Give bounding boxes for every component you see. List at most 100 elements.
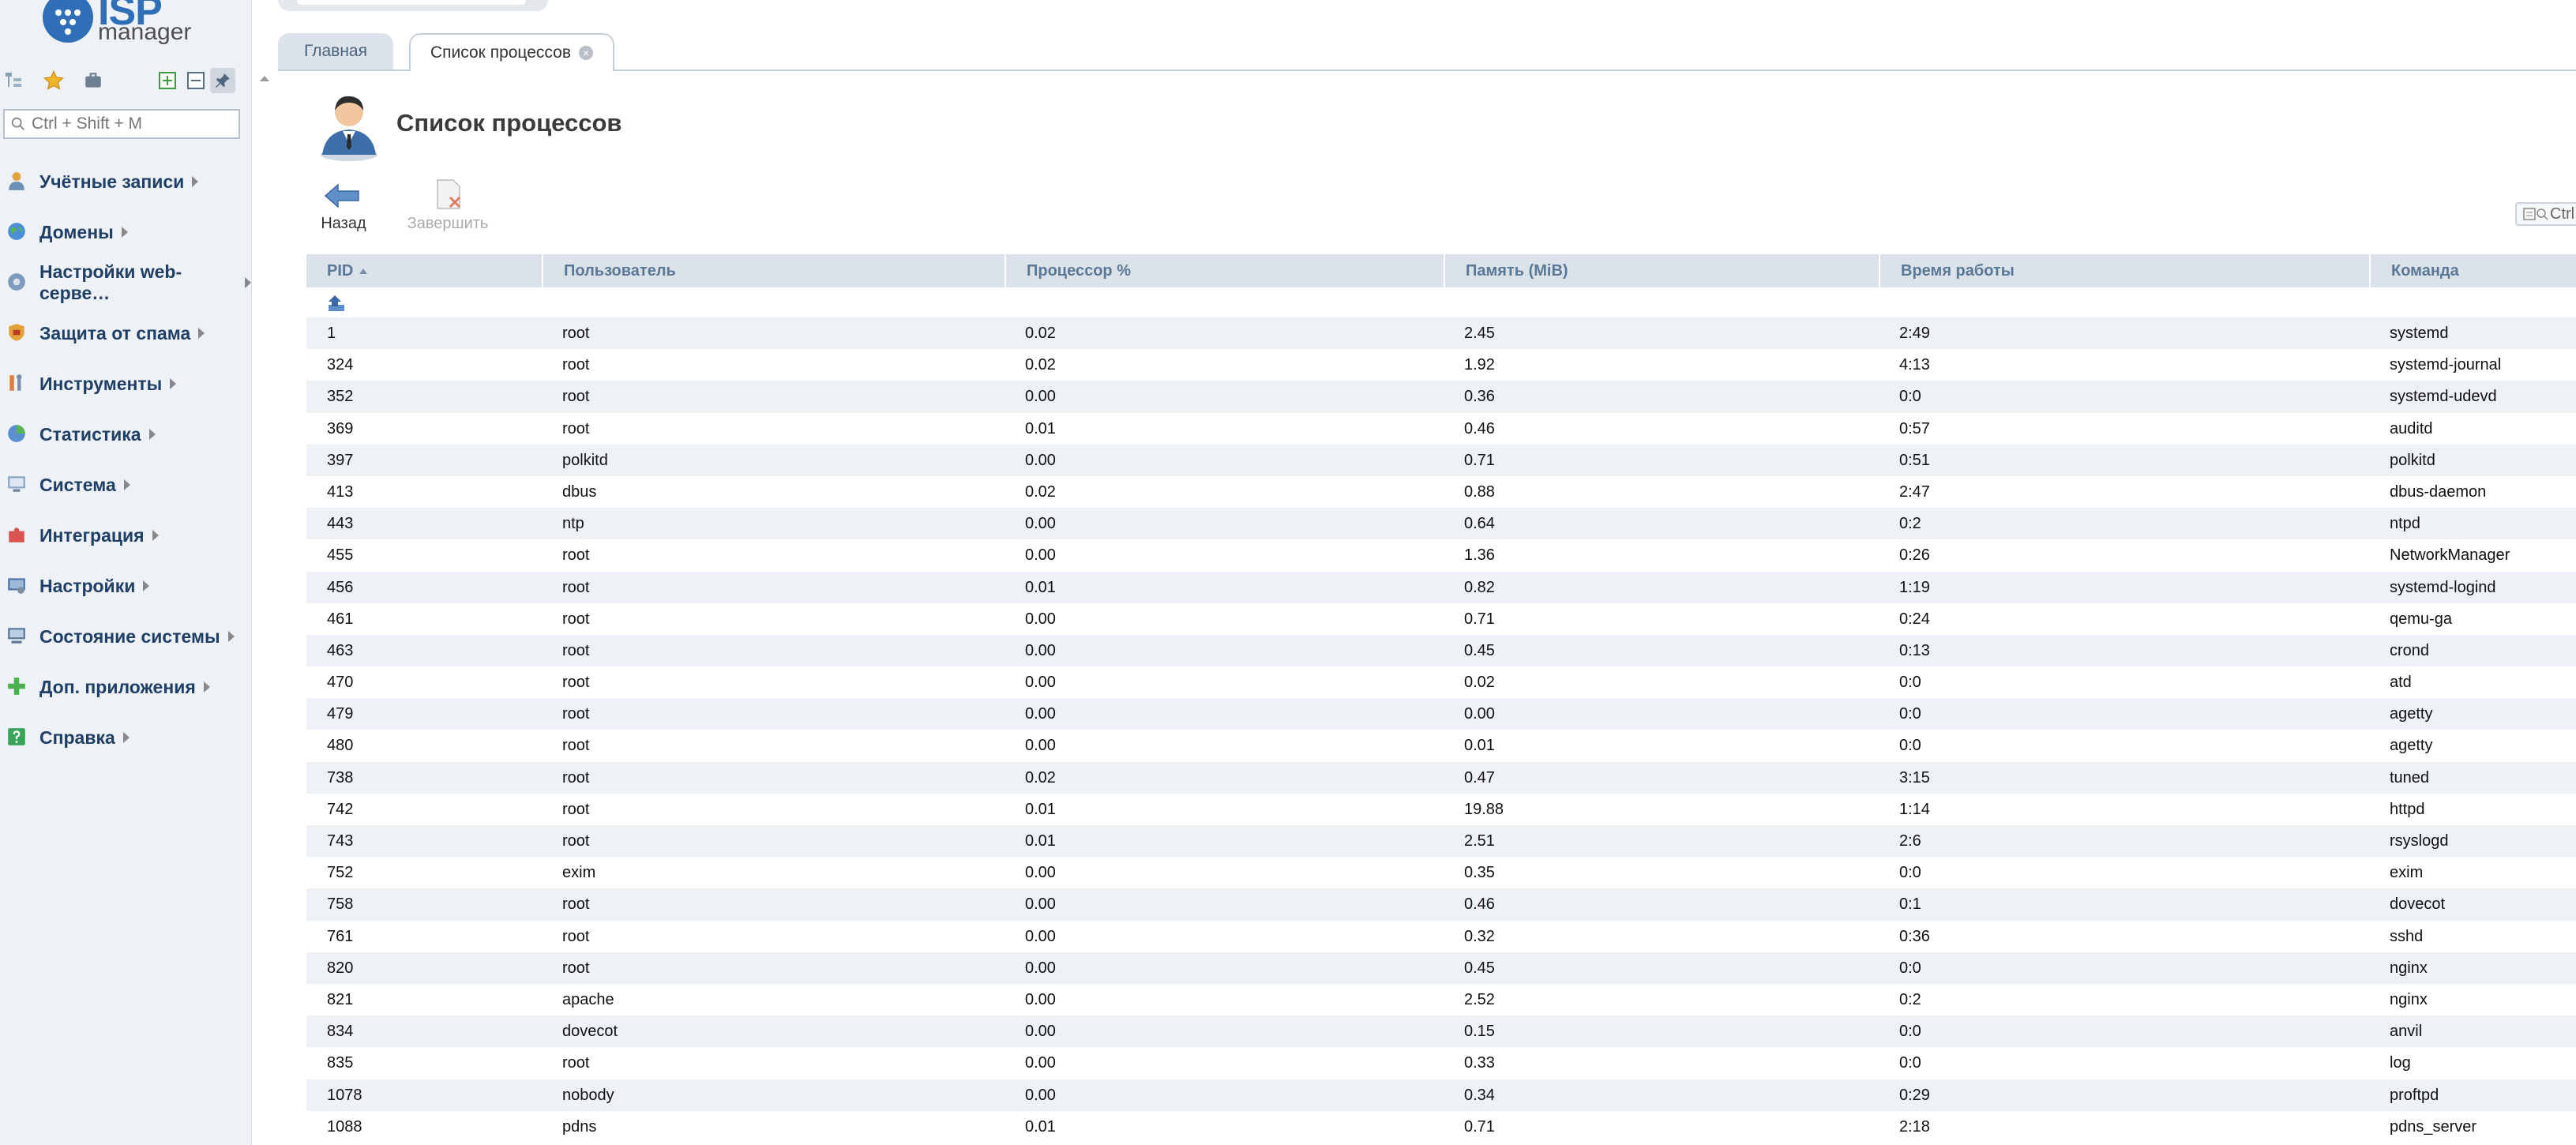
column-header-label: Процессор %: [1027, 262, 1131, 280]
table-cell: 455: [327, 546, 354, 565]
tab-bar: Главная Список процессов ×: [278, 33, 2576, 71]
table-cell: root: [562, 325, 590, 342]
tab-process-list[interactable]: Список процессов ×: [409, 33, 614, 71]
table-cell: 0:57: [1899, 419, 1930, 437]
sidebar-item-chart[interactable]: Статистика: [0, 409, 251, 460]
expand-all-icon[interactable]: [155, 68, 180, 93]
table-row[interactable]: 761 root 0.00 0.32 0:36 sshd: [306, 921, 2576, 952]
table-row[interactable]: 413 dbus 0.02 0.88 2:47 dbus-daemon: [306, 476, 2576, 508]
sidebar: ISP manager Учётные записи Домены Настройк…: [0, 0, 251, 1145]
sidebar-item-shield[interactable]: Защита от спама: [0, 308, 251, 359]
table-cell: 834: [327, 1023, 354, 1041]
sidebar-item-label: Настройки: [39, 575, 136, 596]
sidebar-item-gear-globe[interactable]: Настройки web-серве…: [0, 257, 251, 308]
table-cell: 2:18: [1899, 1117, 1930, 1136]
finish-button[interactable]: Завершить: [404, 179, 491, 235]
table-row[interactable]: 821 apache 0.00 2.52 0:2 nginx: [306, 984, 2576, 1015]
table-cell: root: [562, 356, 590, 374]
table-row[interactable]: 461 root 0.00 0.71 0:24 qemu-ga: [306, 603, 2576, 635]
sidebar-item-globe[interactable]: Домены: [0, 207, 251, 257]
tree-view-icon[interactable]: [2, 68, 27, 93]
table-cell: 758: [327, 895, 354, 914]
table-row[interactable]: 455 root 0.00 1.36 0:26 NetworkManager: [306, 539, 2576, 571]
table-row[interactable]: 1088 pdns 0.01 0.71 2:18 pdns_server: [306, 1111, 2576, 1143]
table-cell: root: [562, 641, 590, 659]
table-cell: httpd: [2390, 800, 2425, 818]
table-row[interactable]: 1 root 0.02 2.45 2:49 systemd: [306, 317, 2576, 350]
close-icon[interactable]: ×: [578, 46, 593, 60]
table-cell: auditd: [2390, 419, 2433, 437]
table-row[interactable]: 820 root 0.00 0.45 0:0 nginx: [306, 952, 2576, 984]
table-cell: 0.02: [1025, 768, 1056, 786]
table-row[interactable]: 738 root 0.02 0.47 3:15 tuned: [306, 761, 2576, 794]
table-cell: 0.01: [1025, 800, 1056, 818]
table-cell: dbus: [562, 482, 597, 501]
column-header-5[interactable]: Команда: [2369, 254, 2576, 287]
sidebar-splitter[interactable]: [251, 0, 279, 1145]
globe-icon: [6, 221, 28, 243]
table-cell: 1088: [327, 1117, 362, 1136]
table-row[interactable]: 480 root 0.00 0.01 0:0 agetty: [306, 730, 2576, 761]
shield-icon: [6, 322, 28, 344]
monitor-icon: [6, 625, 28, 648]
sidebar-search[interactable]: [3, 109, 240, 139]
table-row[interactable]: 752 exim 0.00 0.35 0:0 exim: [306, 857, 2576, 888]
top-search-bar[interactable]: [278, 0, 548, 11]
table-cell: 0.01: [1464, 737, 1495, 755]
table-cell: agetty: [2390, 737, 2433, 755]
sidebar-item-settings[interactable]: Настройки: [0, 561, 251, 611]
pin-icon[interactable]: [210, 68, 235, 93]
table-row[interactable]: 470 root 0.00 0.02 0:0 atd: [306, 666, 2576, 698]
column-header-4[interactable]: Время работы: [1879, 254, 2369, 287]
table-cell: 0.35: [1464, 864, 1495, 882]
column-header-3[interactable]: Память (MiB): [1444, 254, 1879, 287]
table-row[interactable]: 324 root 0.02 1.92 4:13 systemd-journal: [306, 349, 2576, 381]
filter-button-label: Ctrl: [2550, 205, 2575, 223]
briefcase-icon[interactable]: [81, 68, 106, 93]
table-row[interactable]: 352 root 0.00 0.36 0:0 systemd-udevd: [306, 381, 2576, 413]
sidebar-item-monitor[interactable]: Состояние системы: [0, 611, 251, 662]
table-row[interactable]: 835 root 0.00 0.33 0:0 log: [306, 1047, 2576, 1079]
column-header-1[interactable]: Пользователь: [542, 254, 1004, 287]
back-button[interactable]: Назад: [300, 180, 387, 235]
table-row[interactable]: 443 ntp 0.00 0.64 0:2 ntpd: [306, 508, 2576, 540]
sidebar-item-label: Система: [39, 474, 116, 495]
table-row[interactable]: 397 polkitd 0.00 0.71 0:51 polkitd: [306, 444, 2576, 476]
table-row[interactable]: 463 root 0.00 0.45 0:13 crond: [306, 634, 2576, 667]
table-cell: 0.00: [1025, 1023, 1056, 1041]
level-up-icon[interactable]: [325, 292, 347, 314]
sidebar-item-puzzle[interactable]: Интеграция: [0, 510, 251, 561]
column-header-0[interactable]: PID: [306, 254, 542, 287]
table-cell: 0.34: [1464, 1086, 1495, 1104]
table-cell: 0.00: [1025, 927, 1056, 945]
isp-manager-logo[interactable]: ISP manager: [38, 0, 204, 51]
table-row[interactable]: 479 root 0.00 0.00 0:0 agetty: [306, 698, 2576, 730]
collapse-sidebar-icon[interactable]: [260, 76, 269, 81]
column-header-2[interactable]: Процессор %: [1004, 254, 1444, 287]
table-row[interactable]: 742 root 0.01 19.88 1:14 httpd: [306, 794, 2576, 825]
table-cell: 0.46: [1464, 419, 1495, 437]
table-cell: 0.02: [1025, 356, 1056, 374]
table-cell: 0.00: [1025, 388, 1056, 406]
favorites-star-icon[interactable]: [41, 68, 66, 93]
sidebar-search-input[interactable]: [32, 114, 229, 133]
table-row[interactable]: 834 dovecot 0.00 0.15 0:0 anvil: [306, 1015, 2576, 1048]
chevron-right-icon: [123, 479, 130, 490]
table-row[interactable]: 1078 nobody 0.00 0.34 0:29 proftpd: [306, 1079, 2576, 1111]
tab-home[interactable]: Главная: [278, 33, 393, 69]
table-row[interactable]: 743 root 0.01 2.51 2:6 rsyslogd: [306, 825, 2576, 858]
table-cell: 743: [327, 832, 354, 850]
table-row[interactable]: 456 root 0.01 0.82 1:19 systemd-logind: [306, 571, 2576, 603]
filter-button[interactable]: Ctrl: [2515, 202, 2576, 226]
sidebar-item-plus[interactable]: Доп. приложения: [0, 662, 251, 712]
sidebar-item-system[interactable]: Система: [0, 460, 251, 510]
sidebar-item-users[interactable]: Учётные записи: [0, 156, 251, 207]
sidebar-item-tools[interactable]: Инструменты: [0, 359, 251, 409]
table-row[interactable]: 369 root 0.01 0.46 0:57 auditd: [306, 413, 2576, 445]
parent-level-row[interactable]: [306, 287, 2576, 317]
sidebar-item-help[interactable]: Справка: [0, 712, 251, 763]
table-cell: 369: [327, 419, 354, 437]
table-row[interactable]: 758 root 0.00 0.46 0:1 dovecot: [306, 888, 2576, 921]
collapse-all-icon[interactable]: [183, 68, 208, 93]
table-cell: 4:13: [1899, 356, 1930, 374]
